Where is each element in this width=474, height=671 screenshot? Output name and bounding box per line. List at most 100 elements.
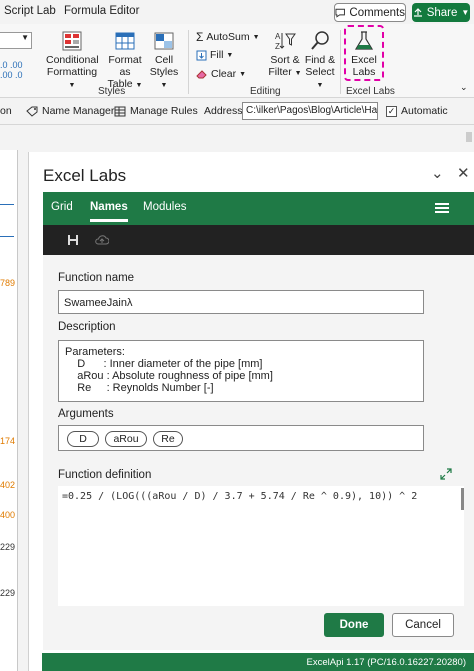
autosum-button[interactable]: Σ AutoSum ▼ [196, 30, 260, 44]
worksheet-strip[interactable]: 789 174 402 400 229 229 [0, 150, 18, 671]
autosum-label: AutoSum [206, 31, 250, 43]
cell-value: 402 [0, 480, 16, 490]
conditional-formatting-label-1: Conditional [46, 54, 99, 66]
addin-toolbar: on Name Manager Manage Rules Address: C:… [0, 99, 474, 125]
automatic-label: Automatic [401, 105, 448, 117]
chevron-down-icon: ▼ [461, 8, 470, 17]
manage-rules-button[interactable]: Manage Rules [114, 105, 198, 117]
svg-text:A: A [275, 32, 281, 41]
sigma-icon: Σ [196, 30, 204, 44]
cell-styles-label-1: Cell [154, 54, 174, 66]
function-definition-code: =0.25 / (LOG(((aRou / D) / 3.7 + 5.74 / … [62, 491, 418, 502]
address-label: Address: [204, 105, 246, 117]
eraser-icon [196, 70, 207, 79]
truncated-text: on [0, 105, 12, 117]
expand-editor-icon[interactable] [440, 468, 452, 480]
comments-label: Comments [349, 6, 405, 19]
format-as-table-icon [115, 32, 135, 50]
checkmark-icon: ✓ [386, 105, 397, 117]
ribbon-separator [188, 30, 189, 94]
comments-button[interactable]: Comments [334, 3, 406, 22]
ribbon-tabs: Script Lab Formula Editor Comments Share… [0, 0, 474, 24]
cell-styles-label-2: Styles [149, 66, 179, 78]
share-label: Share [426, 6, 458, 19]
cell-value: 229 [0, 542, 16, 552]
pane-nav: Grid Names Modules [43, 192, 474, 225]
clear-button[interactable]: Clear ▼ [196, 68, 246, 80]
fill-label: Fill [210, 49, 224, 61]
argument-pill[interactable]: aRou [105, 431, 147, 447]
name-manager-button[interactable]: Name Manager [26, 105, 114, 117]
tab-grid[interactable]: Grid [51, 201, 73, 213]
pane-title: Excel Labs [43, 166, 127, 185]
manage-rules-label: Manage Rules [130, 105, 198, 117]
chevron-down-icon[interactable]: ⌄ [431, 164, 444, 182]
cell-value: 229 [0, 588, 16, 598]
description-line: aRou : Absolute roughness of pipe [mm] [65, 370, 273, 382]
code-editor[interactable] [58, 486, 464, 606]
excel-labs-highlight [344, 25, 384, 81]
sort-filter-label-2: Filter [268, 66, 292, 78]
arguments-label: Arguments [58, 408, 114, 420]
format-as-table-button[interactable]: Format as Table ▼ [104, 30, 146, 92]
addin-toolbar-scroll[interactable] [466, 132, 472, 142]
sort-filter-label-1: Sort & [270, 54, 300, 66]
conditional-formatting-icon [62, 31, 82, 51]
description-line: D : Inner diameter of the pipe [mm] [65, 358, 263, 370]
partial-dropdown[interactable]: ▼ [0, 32, 32, 49]
cell-border [0, 236, 14, 237]
share-button[interactable]: Share ▼ [412, 3, 470, 22]
cell-styles-button[interactable]: Cell Styles ▼ [148, 30, 180, 92]
status-bar: ExcelApi 1.17 (PC/16.0.16227.20280) [42, 653, 474, 671]
ribbon-separator [340, 30, 341, 94]
function-name-input[interactable]: SwameeJainλ [58, 290, 424, 314]
tab-names[interactable]: Names [90, 201, 128, 222]
argument-pill[interactable]: Re [153, 431, 183, 447]
tab-modules[interactable]: Modules [143, 201, 186, 213]
description-line: Parameters: [65, 346, 125, 358]
done-button[interactable]: Done [324, 613, 384, 637]
format-as-table-label-1: Format as [108, 54, 142, 78]
automatic-checkbox[interactable]: ✓ Automatic [386, 105, 448, 117]
sort-filter-icon: AZ [275, 32, 296, 51]
group-label-excel-labs: Excel Labs [346, 86, 395, 97]
collapse-ribbon-icon[interactable]: ⌄ [460, 82, 468, 93]
names-toolbar [43, 225, 474, 255]
comment-icon [335, 8, 345, 18]
partial-number-format-icons[interactable]: .0 .00.00 .0 [0, 60, 23, 80]
sort-filter-button[interactable]: AZ Sort & Filter ▼ [266, 30, 304, 80]
find-select-button[interactable]: Find & Select ▼ [302, 30, 338, 92]
find-select-label-1: Find & [304, 54, 336, 66]
conditional-formatting-button[interactable]: Conditional Formatting ▼ [46, 30, 99, 92]
cancel-button[interactable]: Cancel [392, 613, 454, 637]
cloud-upload-icon[interactable] [95, 234, 109, 246]
editor-scrollbar[interactable] [461, 488, 464, 510]
argument-pill[interactable]: D [67, 431, 99, 447]
magnifier-icon [311, 31, 329, 50]
cell-value: 400 [0, 510, 16, 520]
tab-formula-editor[interactable]: Formula Editor [64, 5, 139, 17]
excel-window: Script Lab Formula Editor Comments Share… [0, 0, 474, 671]
conditional-formatting-label-2: Formatting [46, 66, 98, 78]
cell-value: 789 [0, 278, 16, 288]
address-input[interactable]: C:\ilker\Pagos\Blog\Article\Har [242, 102, 378, 120]
cell-value: 174 [0, 436, 16, 446]
save-icon[interactable] [67, 234, 79, 246]
description-textarea[interactable]: Parameters: D : Inner diameter of the pi… [58, 340, 424, 402]
function-definition-label: Function definition [58, 469, 152, 481]
group-label-editing: Editing [250, 86, 281, 97]
cell-border [0, 204, 14, 205]
hamburger-menu-icon[interactable] [435, 203, 449, 213]
group-label-styles: Styles [98, 86, 126, 97]
description-line: Re : Reynolds Number [-] [65, 382, 214, 394]
description-label: Description [58, 321, 116, 333]
grid-icon [114, 106, 126, 116]
tag-icon [26, 106, 38, 117]
fill-button[interactable]: Fill ▼ [196, 49, 233, 61]
name-manager-label: Name Manager [42, 105, 115, 117]
close-icon[interactable]: ✕ [457, 164, 470, 182]
clear-label: Clear [211, 68, 237, 80]
fill-down-icon [196, 50, 207, 60]
tab-script-lab[interactable]: Script Lab [4, 5, 56, 17]
share-icon [413, 7, 422, 17]
